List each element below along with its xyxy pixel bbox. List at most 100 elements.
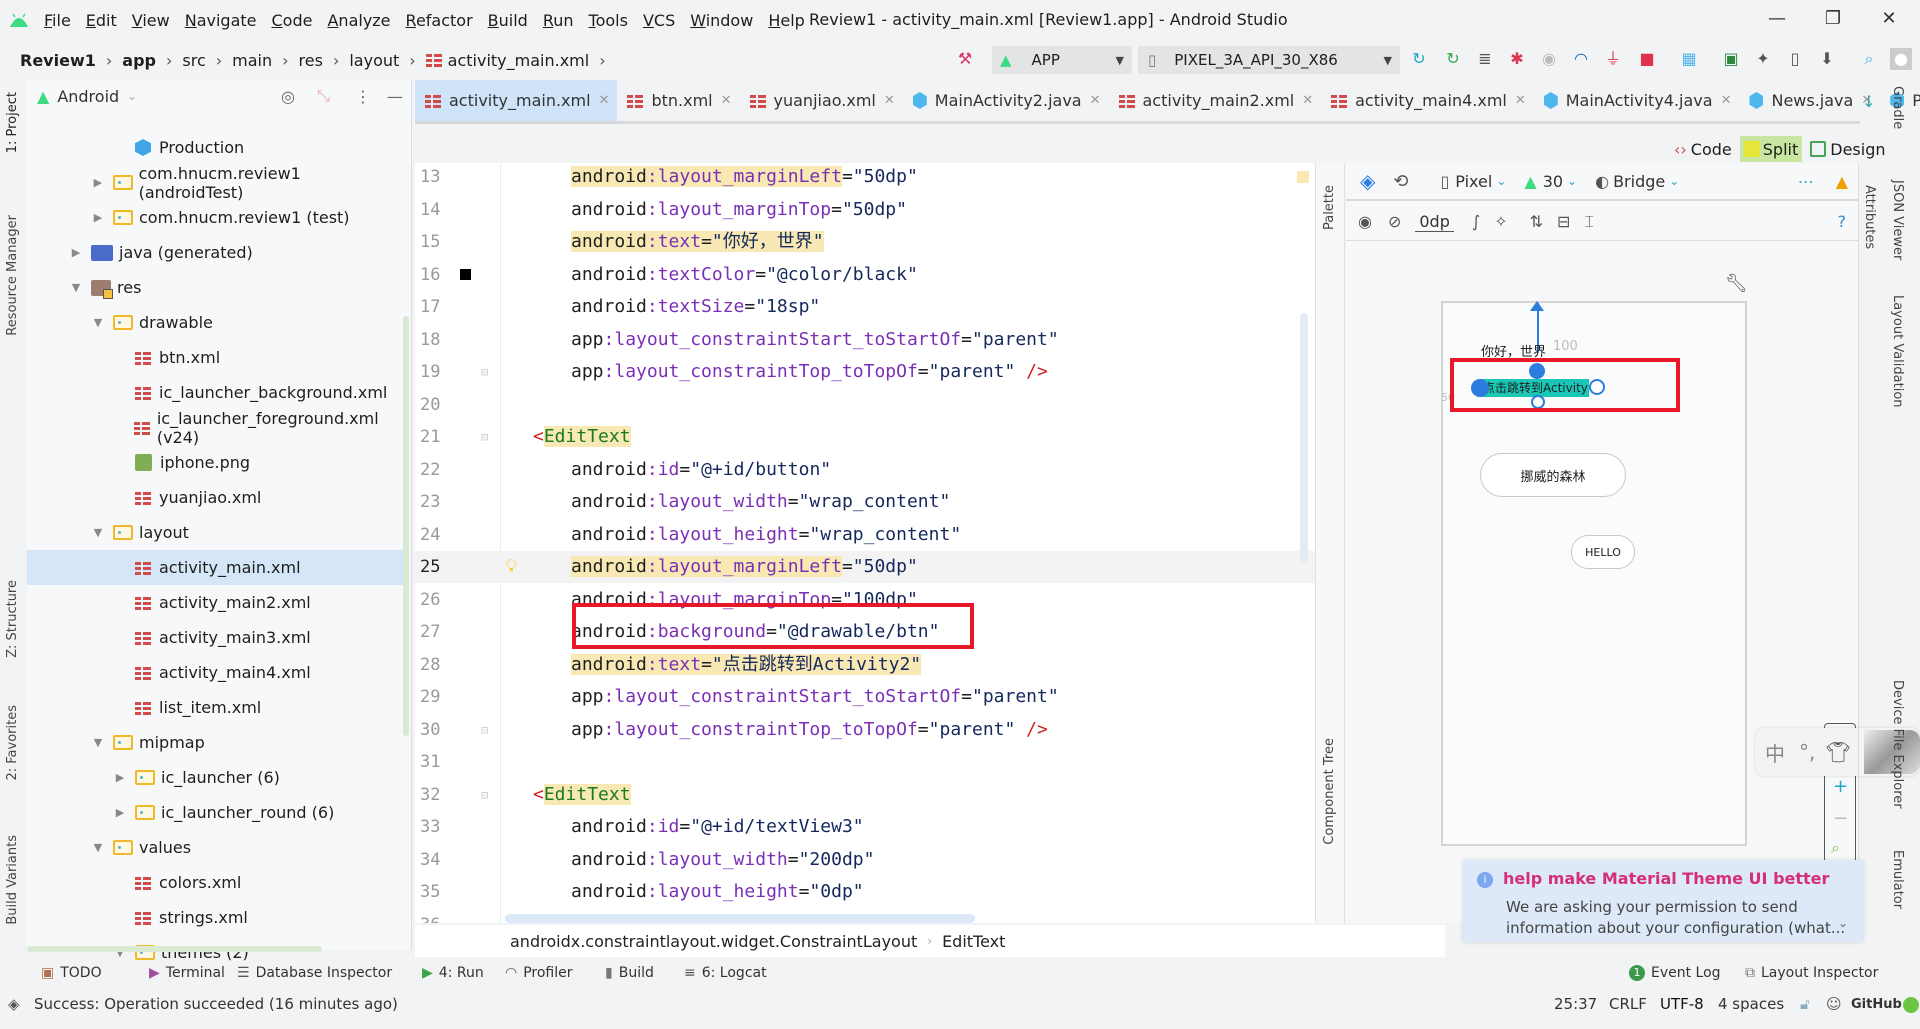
expand-arrow-icon[interactable]: ▶: [91, 211, 105, 224]
tree-item[interactable]: list_item.xml: [27, 690, 407, 725]
avd-manager-icon[interactable]: ✦: [1752, 48, 1774, 70]
wrench-icon[interactable]: 🔧︎: [1725, 273, 1748, 294]
help-icon[interactable]: ?: [1838, 212, 1847, 231]
menu-code[interactable]: Code: [272, 11, 313, 30]
tree-item[interactable]: ▶ ic_launcher_round (6): [27, 795, 407, 830]
notification-title[interactable]: help make Material Theme UI better: [1503, 869, 1829, 888]
close-tab-icon[interactable]: ✕: [1302, 93, 1313, 108]
intention-bulb-icon[interactable]: 💡︎: [505, 551, 518, 583]
editor-tab[interactable]: MainActivity4.java ✕: [1534, 80, 1740, 121]
code-view-button[interactable]: ‹› Code: [1670, 136, 1736, 162]
tree-item[interactable]: colors.xml: [27, 865, 407, 900]
zoom-in-icon[interactable]: +: [1833, 776, 1848, 797]
tree-item[interactable]: ▼ values: [27, 830, 407, 865]
autoconnect-icon[interactable]: ⊘: [1388, 212, 1401, 231]
file-encoding[interactable]: UTF-8: [1660, 995, 1704, 1013]
tree-item[interactable]: ▼ res: [27, 270, 407, 305]
code-line[interactable]: 24 android:layout_height="wrap_content": [415, 519, 1315, 551]
tool-window-json-viewer[interactable]: JSON Viewer: [1890, 180, 1905, 260]
inspector-hat-icon[interactable]: ☺: [1826, 995, 1842, 1013]
tool-tab-profiler[interactable]: ◠ Profiler: [505, 960, 573, 986]
code-line[interactable]: 30 ⊟ app:layout_constraintTop_toTopOf="par…: [415, 714, 1315, 746]
editor-crumb-leaf[interactable]: EditText: [942, 932, 1005, 951]
tool-window-resource-manager[interactable]: Resource Manager: [5, 215, 20, 336]
lock-icon[interactable]: 🔓︎: [1800, 995, 1810, 1013]
close-tab-icon[interactable]: ✕: [1090, 93, 1101, 108]
expand-arrow-icon[interactable]: ▶: [113, 771, 127, 784]
default-margin[interactable]: 0dp: [1415, 212, 1454, 232]
menu-help[interactable]: Help: [768, 11, 804, 30]
fold-marker-icon[interactable]: ⊟: [481, 421, 488, 453]
menu-run[interactable]: Run: [543, 11, 574, 30]
stop-icon[interactable]: ■: [1636, 48, 1658, 70]
tool-tab-database-inspector[interactable]: ☰ Database Inspector: [237, 960, 392, 986]
sdk-manager-icon[interactable]: ⬇: [1816, 48, 1838, 70]
code-line[interactable]: 20: [415, 389, 1315, 421]
ime-punctuation-toggle[interactable]: °,: [1799, 740, 1815, 764]
expand-arrow-icon[interactable]: ▶: [91, 176, 105, 189]
collapse-arrow-icon[interactable]: ▼: [91, 841, 105, 854]
tree-item[interactable]: activity_main2.xml: [27, 585, 407, 620]
tree-item[interactable]: ▼ drawable: [27, 305, 407, 340]
layout-grid-icon[interactable]: ▦: [1678, 48, 1700, 70]
editor-tab[interactable]: activity_main2.xml ✕: [1109, 80, 1322, 121]
tree-item[interactable]: ▶ ic_launcher (6): [27, 760, 407, 795]
tree-item[interactable]: ▶ java (generated): [27, 235, 407, 270]
preview-forest-button[interactable]: 挪威的森林: [1480, 453, 1626, 497]
tree-item[interactable]: activity_main4.xml: [27, 655, 407, 690]
project-view-selector[interactable]: Android: [57, 87, 119, 106]
tool-window-layout-validation[interactable]: Layout Validation: [1890, 295, 1905, 408]
caret-position[interactable]: 25:37: [1554, 995, 1597, 1013]
tool-window-favorites[interactable]: 2: Favorites: [5, 705, 20, 781]
ime-skin-icon[interactable]: 👕︎: [1825, 740, 1850, 764]
tool-tab-run[interactable]: ▶ 4: Run: [422, 960, 484, 986]
infer-constraints-icon[interactable]: ✧: [1494, 212, 1507, 231]
menu-view[interactable]: View: [132, 11, 170, 30]
collapse-arrow-icon[interactable]: ▼: [69, 281, 83, 294]
breadcrumb-src[interactable]: src: [182, 51, 205, 70]
menu-build[interactable]: Build: [488, 11, 528, 30]
tree-item[interactable]: iphone.png: [27, 445, 407, 480]
code-line[interactable]: 35 android:layout_height="0dp": [415, 876, 1315, 908]
close-tab-icon[interactable]: ✕: [884, 93, 895, 108]
menu-edit[interactable]: Edit: [86, 11, 117, 30]
breadcrumb-file[interactable]: activity_main.xml: [448, 51, 590, 70]
editor-tab[interactable]: yuanjiao.xml ✕: [740, 80, 903, 121]
menu-refactor[interactable]: Refactor: [406, 11, 473, 30]
user-avatar-icon[interactable]: ●: [1890, 48, 1912, 70]
tree-item[interactable]: activity_main.xml: [27, 550, 407, 585]
search-icon[interactable]: ⌕: [1858, 48, 1880, 70]
code-line[interactable]: 16 android:textColor="@color/black": [415, 259, 1315, 291]
menu-window[interactable]: Window: [690, 11, 753, 30]
build-hammer-icon[interactable]: ⚒: [954, 48, 976, 70]
tool-window-device-file-explorer[interactable]: Device File Explorer: [1890, 680, 1905, 809]
breadcrumb-project[interactable]: Review1: [20, 51, 96, 70]
indent-setting[interactable]: 4 spaces: [1718, 995, 1784, 1013]
code-line[interactable]: 22 android:id="@+id/button": [415, 454, 1315, 486]
breadcrumb-layout[interactable]: layout: [349, 51, 399, 70]
code-line[interactable]: 34 android:layout_width="200dp": [415, 844, 1315, 876]
zoom-fit-icon[interactable]: ⌕: [1831, 838, 1840, 858]
status-message[interactable]: Success: Operation succeeded (16 minutes…: [34, 995, 398, 1013]
orientation-icon[interactable]: ⟲: [1393, 171, 1408, 192]
layers-icon[interactable]: ◈: [1360, 169, 1375, 193]
color-swatch-icon[interactable]: [460, 268, 471, 280]
locate-file-icon[interactable]: ◎: [281, 87, 295, 106]
collapse-arrow-icon[interactable]: ▼: [91, 316, 105, 329]
tree-item[interactable]: ▼ layout: [27, 515, 407, 550]
code-line[interactable]: 32 ⊟ <EditText: [415, 779, 1315, 811]
tree-item[interactable]: strings.xml: [27, 900, 407, 935]
view-options-icon[interactable]: ◉: [1358, 212, 1372, 231]
code-line[interactable]: 25 💡︎ android:layout_marginLeft="50dp": [415, 551, 1315, 583]
ime-mode-toggle[interactable]: 中: [1765, 738, 1785, 767]
editor-tab[interactable]: activity_main.xml ✕: [415, 80, 618, 121]
split-view-button[interactable]: Split: [1739, 136, 1803, 162]
code-line[interactable]: 19 ⊟ app:layout_constraintTop_toTopOf="par…: [415, 356, 1315, 388]
tree-item[interactable]: Production: [27, 130, 407, 165]
theme-selector[interactable]: Bridge: [1613, 172, 1665, 191]
apply-changes-icon[interactable]: ↻: [1408, 48, 1430, 70]
close-tab-icon[interactable]: ✕: [1515, 93, 1526, 108]
tree-item[interactable]: ▶ com.hnucm.review1 (androidTest): [27, 164, 407, 202]
line-separator[interactable]: CRLF: [1609, 995, 1647, 1013]
palette-tab[interactable]: Palette: [1322, 185, 1337, 230]
